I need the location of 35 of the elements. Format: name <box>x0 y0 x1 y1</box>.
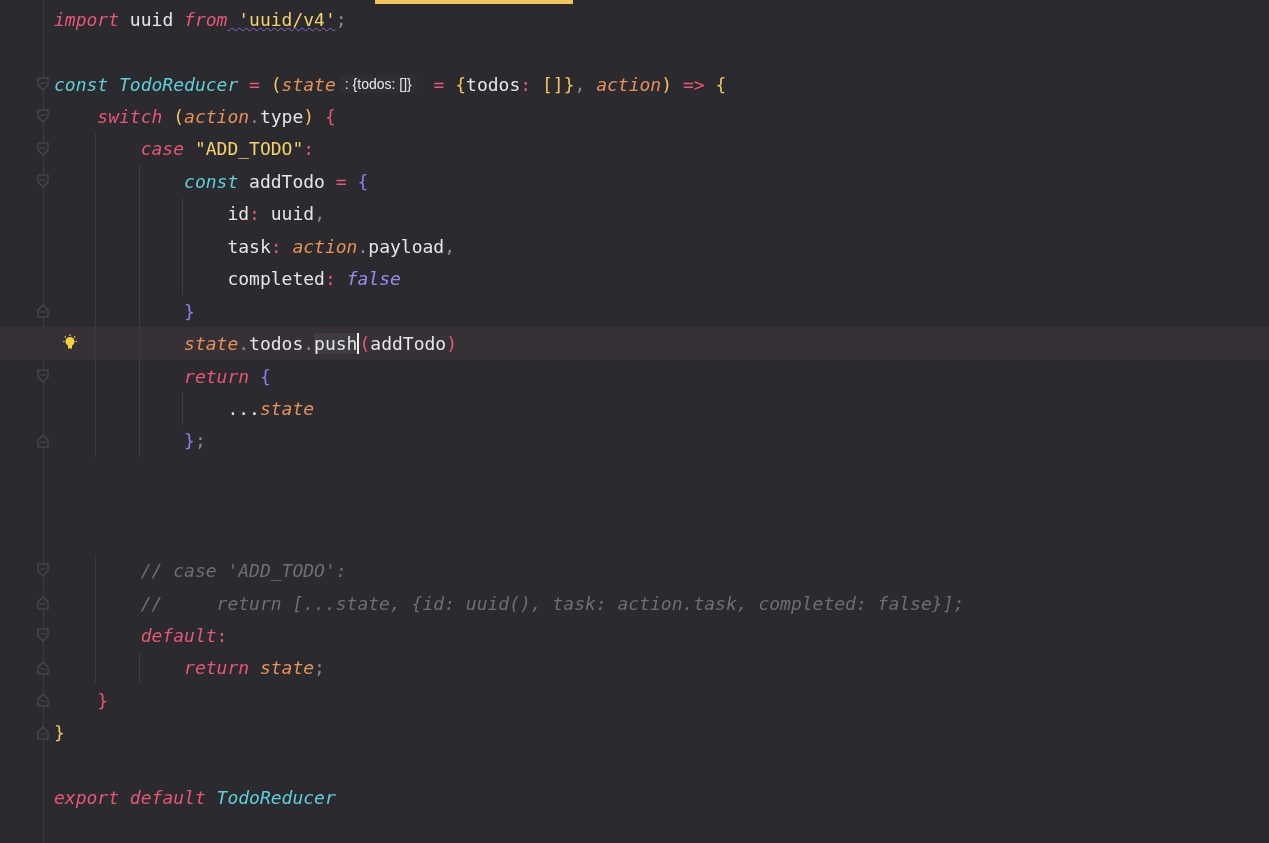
code-line: return state; <box>183 657 325 679</box>
code-line: switch (action.type) { <box>96 106 336 128</box>
fold-icon[interactable] <box>37 433 49 448</box>
fold-icon[interactable] <box>37 628 49 643</box>
fold-icon[interactable] <box>37 693 49 708</box>
code-line: // case 'ADD_TODO': <box>139 560 347 582</box>
code-line: case "ADD_TODO": <box>139 138 315 160</box>
fold-icon[interactable] <box>37 725 49 740</box>
code-line: import uuid from 'uuid/v4'; <box>54 8 347 30</box>
code-line: export default TodoReducer <box>54 787 336 809</box>
code-line: state.todos.push(addTodo) <box>183 333 457 355</box>
fold-icon[interactable] <box>37 109 49 124</box>
fold-icon[interactable] <box>37 141 49 156</box>
code-line: } <box>54 722 65 744</box>
fold-icon[interactable] <box>37 174 49 189</box>
code-line: default: <box>139 625 228 647</box>
code-line: completed: false <box>226 268 401 290</box>
code-line: } <box>96 689 109 711</box>
code-line: task: action.payload, <box>226 235 455 257</box>
fold-icon[interactable] <box>37 76 49 91</box>
code-line: const TodoReducer = (state <box>54 73 336 95</box>
code-line: const addTodo = { <box>183 170 369 192</box>
inlay-hint: : {todos: []} <box>339 75 417 94</box>
fold-icon[interactable] <box>37 368 49 383</box>
code-line: } <box>183 300 195 322</box>
fold-icon[interactable] <box>37 595 49 610</box>
code-line: // return [...state, {id: uuid(), task: action.task, completed: false}]; <box>139 592 965 614</box>
code-line: id: uuid, <box>226 203 325 225</box>
code-line: }; <box>183 430 206 452</box>
fold-icon[interactable] <box>37 563 49 578</box>
code-line: ...state <box>226 397 315 419</box>
fold-icon[interactable] <box>37 660 49 675</box>
code-line: = {todos: []}, action) => { <box>432 73 727 95</box>
fold-icon[interactable] <box>37 303 49 318</box>
code-line: return { <box>183 365 271 387</box>
